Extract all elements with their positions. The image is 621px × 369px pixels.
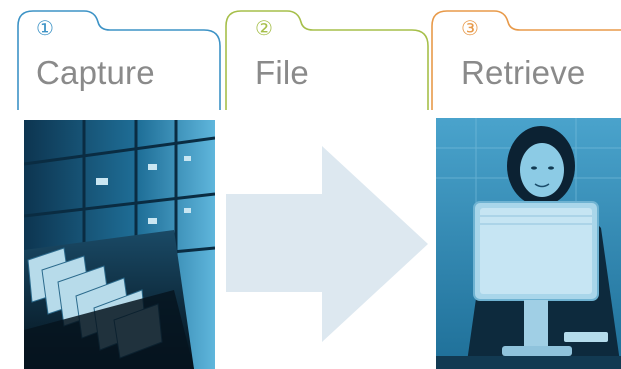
step-1-number: ① [36, 18, 54, 40]
step-2-title: File [255, 54, 309, 91]
right-arrow-icon [226, 146, 428, 342]
step-2-number: ② [255, 18, 273, 40]
step-3-number: ③ [461, 18, 479, 40]
workflow-diagram: ① ② ③ Capture File Retrieve [0, 0, 621, 369]
woman-at-computer-photo [436, 118, 621, 369]
step-1-title: Capture [36, 54, 155, 91]
file-cabinet-photo [24, 120, 215, 369]
step-3-title: Retrieve [461, 54, 586, 91]
